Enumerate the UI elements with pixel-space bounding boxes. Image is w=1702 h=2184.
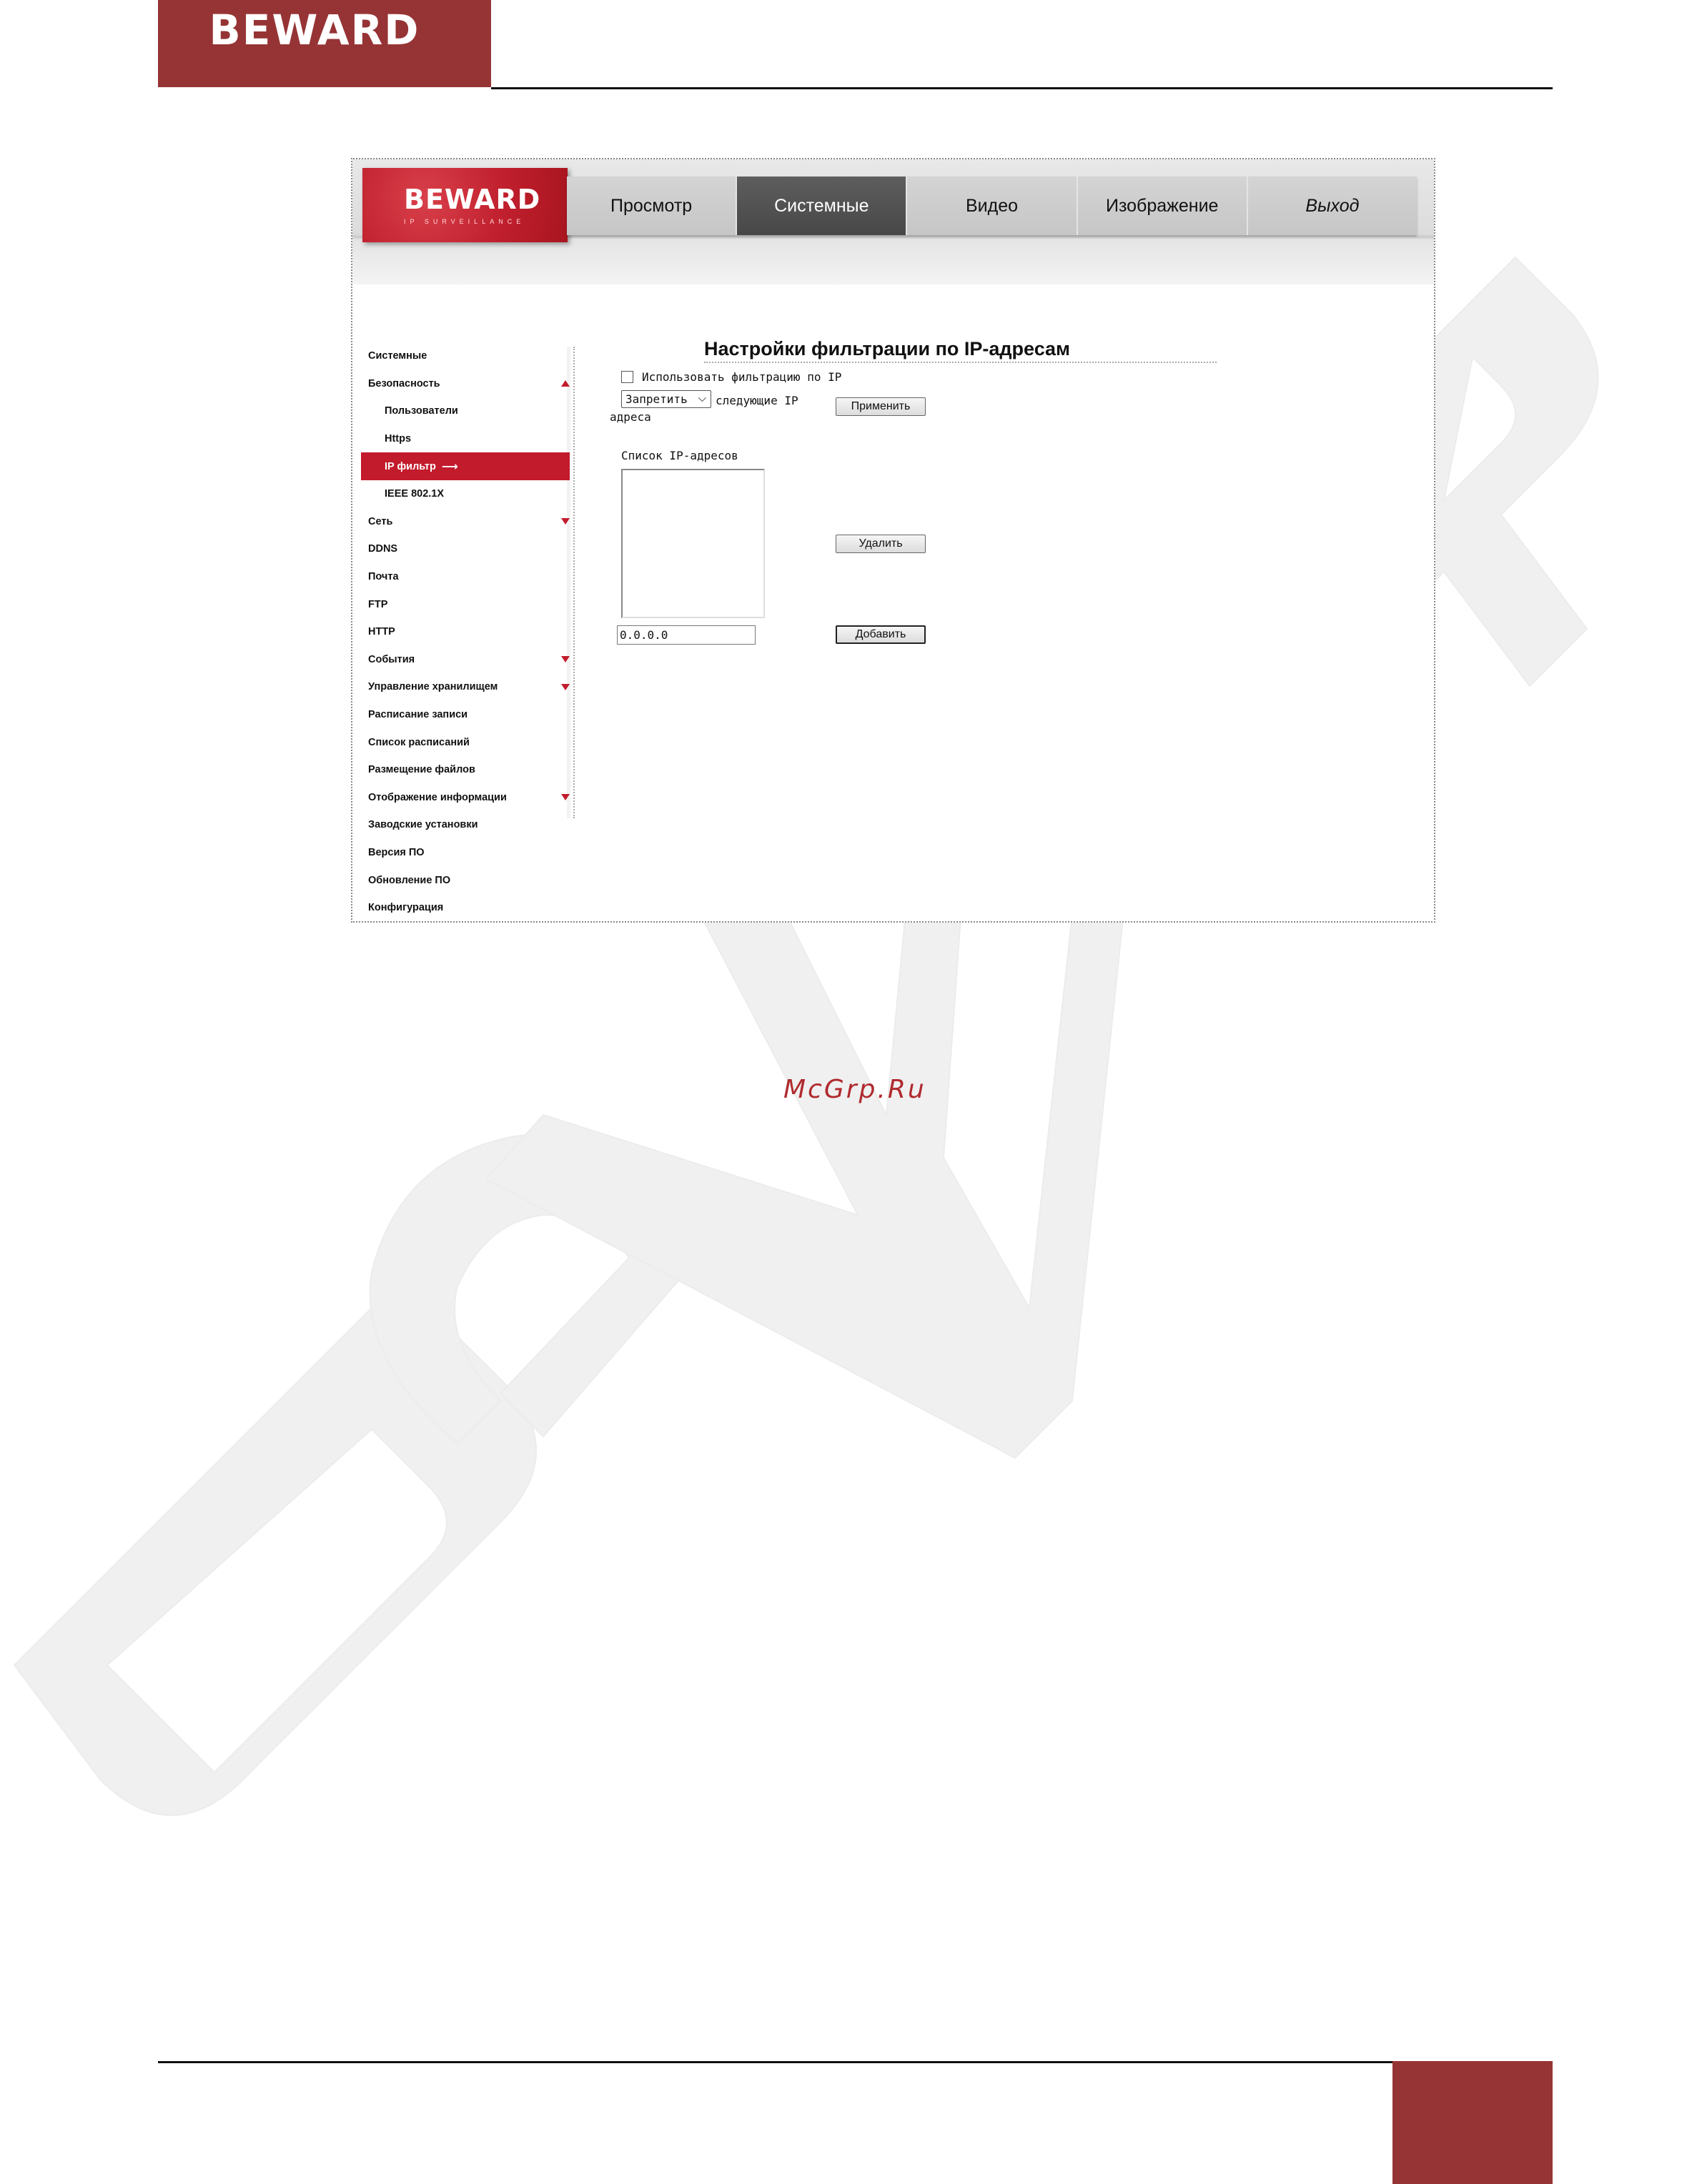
sidebar-item-events[interactable]: События [361,646,570,674]
title-underline [704,362,1217,363]
sidebar-item-file-location[interactable]: Размещение файлов [361,756,570,784]
use-filter-checkbox[interactable] [621,371,633,383]
top-bar: BEWARD IP SURVEILLANCE Просмотр Системны… [352,159,1434,284]
sidebar-item-label: Размещение файлов [368,764,475,776]
sidebar: Системные Безопасность Пользователи Http… [361,342,570,921]
camera-web-ui: BEWARD IP SURVEILLANCE Просмотр Системны… [351,158,1435,923]
sidebar-item-label: HTTP [368,626,395,638]
sidebar-item-ip-filter[interactable]: IP фильтр ⟶ [361,452,570,480]
use-filter-label: Использовать фильтрацию по IP [642,370,842,384]
expand-arrow-icon[interactable] [561,794,570,801]
sidebar-item-label: Сеть [368,515,393,527]
sidebar-item-record-schedule[interactable]: Расписание записи [361,701,570,729]
main-nav: Просмотр Системные Видео Изображение Вых… [567,177,1417,235]
add-button[interactable]: Добавить [836,625,926,644]
sidebar-item-label: FTP [368,598,388,610]
sidebar-item-schedule-list[interactable]: Список расписаний [361,728,570,756]
footer-rule [158,2061,1392,2063]
sidebar-item-label: IEEE 802.1X [385,488,445,500]
chevron-down-icon: ⌵ [698,392,706,404]
sidebar-item-firmware-update[interactable]: Обновление ПО [361,866,570,894]
sidebar-item-label: Отображение информации [368,791,507,803]
use-filter-row: Использовать фильтрацию по IP [621,370,841,384]
app-logo-subtitle: IP SURVEILLANCE [404,218,525,225]
sidebar-item-factory-defaults[interactable]: Заводские установки [361,811,570,839]
apply-button[interactable]: Применить [836,397,926,416]
document-logo-block: BEWARD [158,0,491,87]
sidebar-item-label: Https [385,433,412,445]
sidebar-item-label: События [368,653,415,665]
footer-page-block [1392,2061,1553,2184]
expand-arrow-icon[interactable] [561,656,570,663]
following-ip-text: следующие IP [716,394,798,407]
sidebar-item-label: Пользователи [385,405,458,417]
sidebar-item-firmware-version[interactable]: Версия ПО [361,839,570,867]
ip-address-list[interactable] [621,469,765,618]
ip-list-label: Список IP-адресов [621,449,738,462]
sidebar-item-storage[interactable]: Управление хранилищем [361,673,570,701]
tab-image[interactable]: Изображение [1077,177,1248,235]
sidebar-item-ieee8021x[interactable]: IEEE 802.1X [361,480,570,508]
ip-address-input[interactable]: 0.0.0.0 [617,625,756,645]
sidebar-item-label: Обновление ПО [368,874,451,886]
sidebar-item-label: DDNS [368,543,398,555]
sidebar-item-users[interactable]: Пользователи [361,397,570,425]
ip-address-value: 0.0.0.0 [620,628,668,642]
sidebar-item-mail[interactable]: Почта [361,563,570,591]
sidebar-item-info-display[interactable]: Отображение информации [361,784,570,812]
sidebar-divider [573,347,575,818]
sidebar-item-security[interactable]: Безопасность [361,370,570,398]
tab-view[interactable]: Просмотр [567,177,738,235]
sidebar-item-label: Управление хранилищем [368,681,498,693]
sidebar-item-label: Заводские установки [368,819,478,831]
filter-action-value: Запретить [625,392,688,406]
collapse-arrow-icon[interactable] [561,380,570,387]
page-title: Настройки фильтрации по IP-адресам [704,338,1071,359]
sidebar-item-label: Список расписаний [368,736,470,748]
site-watermark: McGrp.Ru [783,1075,926,1104]
delete-button[interactable]: Удалить [836,535,926,553]
sidebar-item-http[interactable]: HTTP [361,618,570,646]
expand-arrow-icon[interactable] [561,518,570,525]
sidebar-item-ftp[interactable]: FTP [361,590,570,618]
sidebar-item-https[interactable]: Https [361,425,570,453]
header-rule [491,87,1553,89]
sidebar-item-label: Системные [368,350,427,362]
sidebar-item-label: Конфигурация [368,902,444,914]
sidebar-item-label: IP фильтр [385,460,436,472]
app-logo-text: BEWARD [404,184,541,215]
addresses-text: адреса [610,410,651,424]
sidebar-item-configuration[interactable]: Конфигурация [361,894,570,921]
tab-video[interactable]: Видео [907,177,1078,235]
sidebar-item-label: Безопасность [368,377,440,389]
sidebar-item-system[interactable]: Системные [361,342,570,370]
app-logo[interactable]: BEWARD IP SURVEILLANCE [362,168,568,242]
document-logo: BEWARD [209,6,420,54]
right-arrow-icon: ⟶ [441,460,458,473]
sidebar-item-ddns[interactable]: DDNS [361,535,570,563]
sidebar-item-label: Расписание записи [368,709,468,721]
sidebar-item-network[interactable]: Сеть [361,508,570,536]
tab-system[interactable]: Системные [737,177,908,235]
sidebar-item-label: Почта [368,571,399,583]
filter-action-select[interactable]: Запретить ⌵ [621,390,711,408]
sidebar-item-label: Версия ПО [368,846,425,858]
tab-logout[interactable]: Выход [1247,177,1417,235]
expand-arrow-icon[interactable] [561,683,570,690]
